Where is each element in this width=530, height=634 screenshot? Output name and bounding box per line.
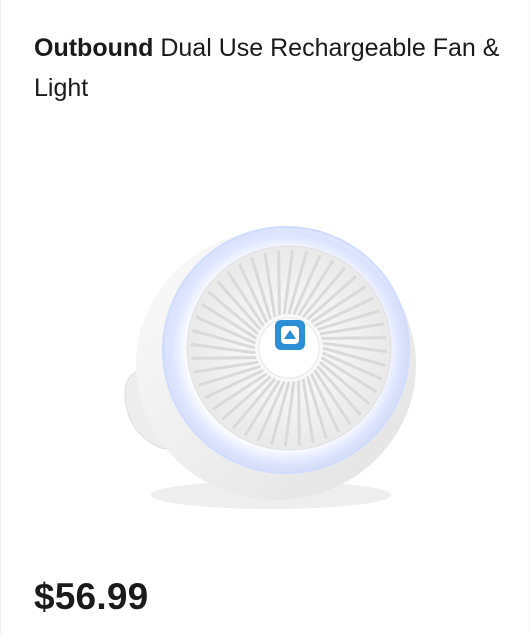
product-brand: Outbound [34,34,154,62]
product-image[interactable] [101,190,431,520]
product-card[interactable]: Outbound Dual Use Rechargeable Fan & Lig… [0,0,530,634]
product-title[interactable]: Outbound Dual Use Rechargeable Fan & Lig… [34,28,504,108]
brand-badge-icon [275,320,305,350]
fan-blade [277,250,281,316]
fan-blade [297,380,301,446]
fan-light-illustration [124,226,416,509]
fan-blade [191,356,257,360]
fan-blade [321,336,387,340]
product-price: $56.99 [34,576,149,617]
